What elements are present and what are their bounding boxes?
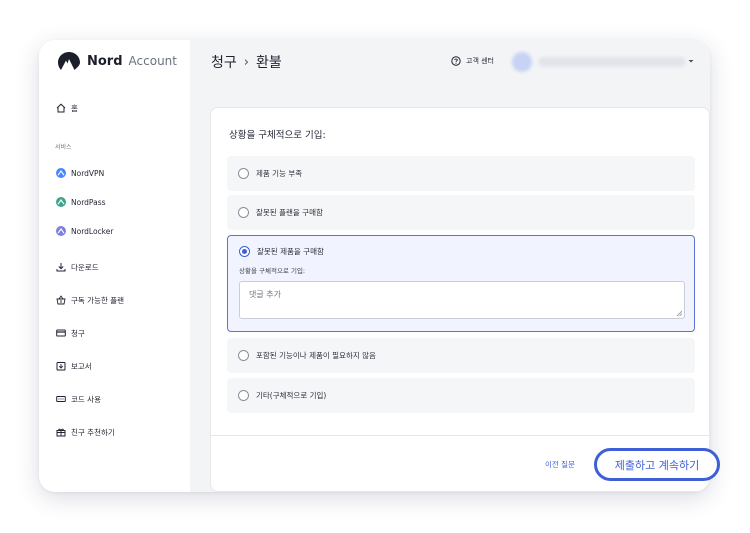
sidebar-item-billing[interactable]: 청구: [55, 325, 85, 341]
sidebar-item-label: 코드 사용: [71, 394, 101, 404]
refund-form-card: 상황을 구체적으로 기입: 제품 기능 부족 잘못된 플랜을 구매함 잘못된 제…: [210, 107, 710, 492]
previous-question-link[interactable]: 이전 질문: [545, 459, 575, 470]
option-label: 잘못된 제품을 구매함: [257, 247, 324, 256]
nordlocker-icon: [55, 226, 66, 237]
option-wrong-product[interactable]: 잘못된 제품을 구매함 상황을 구체적으로 기입: 댓글 추가: [227, 235, 695, 332]
sidebar-item-label: 청구: [71, 328, 85, 338]
nordpass-icon: [55, 197, 66, 208]
sidebar-item-label: 보고서: [71, 361, 92, 371]
option-other[interactable]: 기타(구체적으로 기입): [227, 378, 695, 413]
option-label: 잘못된 플랜을 구매함: [256, 208, 323, 217]
breadcrumb-parent[interactable]: 청구: [211, 52, 237, 72]
detail-label: 상황을 구체적으로 기입:: [239, 267, 306, 275]
sidebar-item-refer-friend[interactable]: 친구 추천하기: [55, 424, 115, 440]
radio-button[interactable]: [238, 350, 249, 361]
radio-button-checked[interactable]: [239, 246, 250, 257]
resize-grip-icon[interactable]: [676, 310, 682, 316]
sidebar-item-download[interactable]: 다운로드: [55, 259, 99, 275]
radio-button[interactable]: [238, 168, 249, 179]
services-section-label: 서비스: [55, 144, 72, 151]
nord-mountain-icon: [58, 52, 80, 70]
brand-product: Account: [128, 54, 177, 68]
sidebar-item-label: 홈: [71, 103, 78, 113]
comment-textarea[interactable]: 댓글 추가: [239, 281, 685, 319]
sidebar-item-nordpass[interactable]: NordPass: [55, 194, 106, 210]
nordvpn-icon: [55, 168, 66, 179]
sidebar-item-home[interactable]: 홈: [55, 100, 78, 116]
basket-icon: [55, 295, 66, 306]
breadcrumb-separator: ›: [243, 54, 249, 70]
option-label: 제품 기능 부족: [256, 169, 303, 178]
sidebar-item-redeem-code[interactable]: 코드 사용: [55, 391, 101, 407]
brand-name: Nord: [87, 53, 123, 69]
option-label: 포함된 기능이나 제품이 필요하지 않음: [256, 351, 376, 360]
sidebar: Nord Account 홈 서비스 NordVPN NordPass Nord…: [39, 40, 190, 492]
sidebar-item-label: 친구 추천하기: [71, 427, 115, 437]
home-icon: [55, 103, 66, 114]
sidebar-item-nordlocker[interactable]: NordLocker: [55, 223, 113, 239]
form-heading: 상황을 구체적으로 기입:: [229, 130, 326, 141]
account-menu[interactable]: [512, 51, 695, 73]
gift-icon: [55, 427, 66, 438]
breadcrumb-current: 환불: [255, 55, 282, 71]
sidebar-item-label: 구독 가능한 플랜: [71, 295, 125, 305]
avatar: [512, 52, 532, 72]
sidebar-item-nordvpn[interactable]: NordVPN: [55, 165, 104, 181]
submit-and-continue-button[interactable]: 제출하고 계속하기: [594, 448, 720, 481]
download-icon: [55, 262, 66, 273]
help-center-label: 고객 센터: [466, 57, 494, 65]
option-missing-features[interactable]: 제품 기능 부족: [227, 156, 695, 191]
sidebar-item-label: NordPass: [71, 197, 106, 207]
option-not-needed[interactable]: 포함된 기능이나 제품이 필요하지 않음: [227, 338, 695, 373]
account-email-redacted: [538, 57, 686, 67]
sidebar-item-label: 다운로드: [71, 262, 99, 272]
chevron-down-icon: [688, 60, 694, 63]
main-content: 청구 › 환불 고객 센터 상황을 구체적으로 기입: 제품 기능 부족 잘못된…: [190, 40, 710, 492]
sidebar-item-plans[interactable]: 구독 가능한 플랜: [55, 292, 124, 308]
help-center-link[interactable]: 고객 센터: [451, 56, 494, 66]
sidebar-item-label: NordLocker: [71, 226, 114, 236]
ticket-icon: [55, 394, 66, 405]
question-circle-icon: [451, 56, 461, 66]
app-window: Nord Account 홈 서비스 NordVPN NordPass Nord…: [39, 40, 710, 492]
sidebar-item-reports[interactable]: 보고서: [55, 358, 92, 374]
divider: [211, 435, 710, 436]
option-label: 기타(구체적으로 기입): [256, 391, 327, 400]
nord-logo[interactable]: Nord Account: [58, 51, 177, 71]
sidebar-item-label: NordVPN: [71, 168, 105, 178]
radio-button[interactable]: [238, 390, 249, 401]
card-icon: [55, 328, 66, 339]
radio-button[interactable]: [238, 207, 249, 218]
report-icon: [55, 361, 66, 372]
option-wrong-plan[interactable]: 잘못된 플랜을 구매함: [227, 195, 695, 230]
breadcrumb: 청구 › 환불: [211, 52, 282, 72]
comment-placeholder: 댓글 추가: [249, 290, 281, 299]
